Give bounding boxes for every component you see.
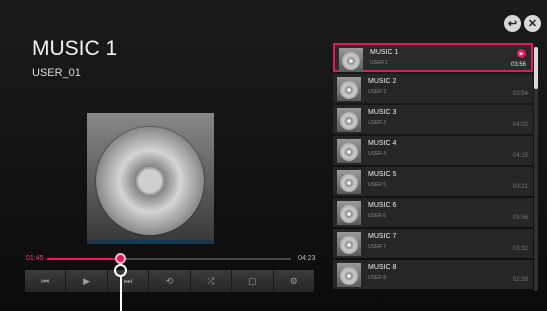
album-thumbnail	[337, 108, 361, 132]
cover-strip	[87, 240, 214, 244]
album-thumbnail	[337, 139, 361, 163]
track-user: USER_01	[32, 67, 81, 79]
playlist-item-artist: USER 8	[368, 275, 387, 281]
playlist-item[interactable]: MUSIC 5 USER 5 03:21	[333, 167, 533, 196]
playlist-item[interactable]: MUSIC 3 USER 3 04:02	[333, 105, 533, 134]
shuffle-icon[interactable]: ⤮	[191, 270, 233, 292]
music-player-screen: ↩ ✕ MUSIC 1 USER_01 01:45 04:23 ⏮ ▶ ⏭ ⟲ ⤮ ▢ ⚙ …	[0, 0, 547, 311]
playlist-scrollbar[interactable]	[534, 47, 538, 291]
playlist-item-artist: USER 2	[368, 89, 387, 95]
playlist-item-artist: USER 3	[368, 120, 387, 126]
playlist-item-duration: 03:21	[512, 184, 528, 190]
album-cover	[87, 113, 214, 244]
track-title: MUSIC 1	[32, 37, 118, 60]
current-time: 01:45	[26, 255, 44, 262]
playlist-item-duration: 03:32	[512, 246, 528, 252]
playlist-item-duration: 04:02	[512, 122, 528, 128]
playback-controls: ⏮ ▶ ⏭ ⟲ ⤮ ▢ ⚙	[25, 270, 314, 292]
playlist-item-title: MUSIC 2	[368, 78, 397, 85]
now-playing-icon: ▶	[517, 49, 526, 58]
playlist-item-title: MUSIC 6	[368, 202, 397, 209]
previous-icon[interactable]: ⏮	[25, 270, 67, 292]
playlist-item[interactable]: MUSIC 4 USER 4 04:15	[333, 136, 533, 165]
play-icon[interactable]: ▶	[66, 270, 108, 292]
album-thumbnail	[337, 263, 361, 287]
playlist-item[interactable]: MUSIC 2 USER 2 03:54	[333, 74, 533, 103]
playlist-item-duration: 02:58	[512, 277, 528, 283]
progress-knob[interactable]	[115, 253, 126, 264]
playlist-item[interactable]: MUSIC 6 USER 6 03:56	[333, 198, 533, 227]
playlist-item-duration: 03:56	[510, 62, 526, 68]
total-time: 04:23	[298, 255, 316, 262]
close-icon[interactable]: ✕	[524, 15, 541, 32]
playlist-item-artist: USER 6	[368, 213, 387, 219]
playlist-item-duration: 03:54	[512, 91, 528, 97]
playlist-item-title: MUSIC 5	[368, 171, 397, 178]
playlist-item[interactable]: MUSIC 8 USER 8 02:58	[333, 260, 533, 289]
settings-icon[interactable]: ⚙	[274, 270, 314, 292]
back-arrow-icon[interactable]: ↩	[504, 15, 521, 32]
repeat-icon[interactable]: ⟲	[149, 270, 191, 292]
pointer-cursor-stem	[120, 277, 122, 311]
scrollbar-thumb[interactable]	[534, 47, 538, 89]
playlist-item-artist: USER 4	[368, 151, 387, 157]
playlist-item-artist: USER 5	[368, 182, 387, 188]
playlist-item-duration: 04:15	[512, 153, 528, 159]
progress-fill	[47, 258, 121, 260]
playlist-item-artist: USER 7	[368, 244, 387, 250]
progress-track[interactable]	[47, 258, 291, 260]
cd-disc-icon	[96, 127, 204, 235]
screen-off-icon[interactable]: ▢	[232, 270, 274, 292]
playlist-item-title: MUSIC 3	[368, 109, 397, 116]
album-thumbnail	[337, 170, 361, 194]
album-thumbnail	[337, 201, 361, 225]
playlist-item-duration: 03:56	[512, 215, 528, 221]
pointer-cursor-icon	[114, 264, 127, 277]
playlist-item[interactable]: MUSIC 1 USER 1 ▶ 03:56	[333, 43, 533, 72]
playlist-item-title: MUSIC 7	[368, 233, 397, 240]
playlist-item-artist: USER 1	[370, 60, 389, 66]
playlist-item-title: MUSIC 4	[368, 140, 397, 147]
playlist-item[interactable]: MUSIC 7 USER 7 03:32	[333, 229, 533, 258]
playlist-item-title: MUSIC 1	[370, 49, 399, 56]
album-thumbnail	[339, 48, 363, 72]
album-thumbnail	[337, 77, 361, 101]
playlist-item-title: MUSIC 8	[368, 264, 397, 271]
album-thumbnail	[337, 232, 361, 256]
playlist: MUSIC 1 USER 1 ▶ 03:56 MUSIC 2 USER 2 03:54 MUS…	[333, 43, 538, 294]
